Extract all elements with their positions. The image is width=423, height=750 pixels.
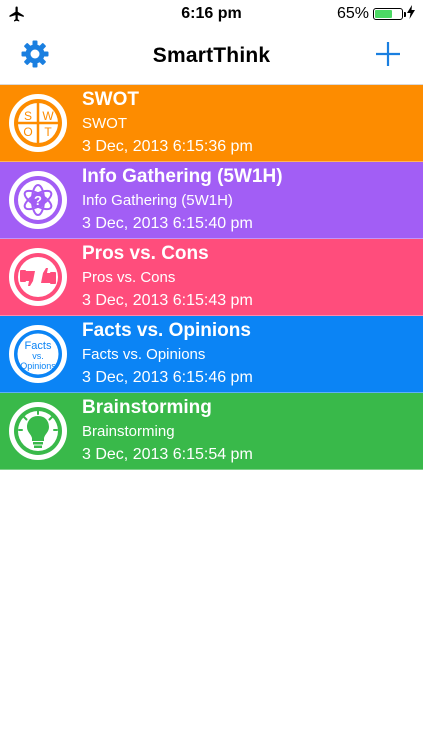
session-list: S W O T SWOT SWOT 3 Dec, 2013 6:15:36 pm… [0, 85, 423, 470]
list-item-facts-opinions[interactable]: Facts vs. Opinions Facts vs. Opinions Fa… [0, 316, 423, 393]
item-title: Pros vs. Cons [82, 243, 209, 264]
vs-label: vs. [32, 351, 44, 361]
item-subtitle: Info Gathering (5W1H) [82, 192, 233, 209]
list-item-brainstorming[interactable]: Brainstorming Brainstorming 3 Dec, 2013 … [0, 393, 423, 470]
status-time: 6:16 pm [181, 5, 242, 22]
item-subtitle: Pros vs. Cons [82, 269, 176, 286]
item-subtitle: SWOT [82, 115, 127, 132]
navigation-bar: SmartThink [0, 28, 423, 85]
item-title: Brainstorming [82, 397, 212, 418]
status-bar: 6:16 pm 65% [0, 0, 423, 28]
list-item-pros-cons[interactable]: Pros vs. Cons Pros vs. Cons 3 Dec, 2013 … [0, 239, 423, 316]
swot-letter-t: T [44, 125, 52, 139]
swot-letter-s: S [24, 109, 32, 123]
battery-level [375, 10, 392, 18]
list-item-swot[interactable]: S W O T SWOT SWOT 3 Dec, 2013 6:15:36 pm [0, 85, 423, 162]
item-date: 3 Dec, 2013 6:15:43 pm [82, 292, 253, 309]
item-date: 3 Dec, 2013 6:15:36 pm [82, 138, 253, 155]
list-item-info-gathering[interactable]: ? Info Gathering (5W1H) Info Gathering (… [0, 162, 423, 239]
thumbs-icon [9, 248, 67, 306]
swot-letter-w: W [42, 109, 54, 123]
item-subtitle: Facts vs. Opinions [82, 346, 206, 363]
item-title: SWOT [82, 89, 139, 110]
facts-opinions-icon: Facts vs. Opinions [9, 325, 67, 383]
lightbulb-icon [9, 402, 67, 460]
page-title: SmartThink [152, 44, 271, 67]
item-subtitle: Brainstorming [82, 423, 175, 440]
opinions-label: Opinions [20, 361, 56, 371]
swot-icon: S W O T [9, 94, 67, 152]
add-icon[interactable] [373, 39, 403, 69]
battery-icon [373, 8, 406, 20]
item-title: Facts vs. Opinions [82, 320, 251, 341]
question-mark: ? [34, 193, 42, 208]
item-date: 3 Dec, 2013 6:15:46 pm [82, 369, 253, 386]
swot-letter-o: O [23, 125, 32, 139]
question-flower-icon: ? [9, 171, 67, 229]
item-date: 3 Dec, 2013 6:15:54 pm [82, 446, 253, 463]
item-title: Info Gathering (5W1H) [82, 166, 283, 187]
settings-gear-icon[interactable] [20, 39, 50, 69]
item-date: 3 Dec, 2013 6:15:40 pm [82, 215, 253, 232]
